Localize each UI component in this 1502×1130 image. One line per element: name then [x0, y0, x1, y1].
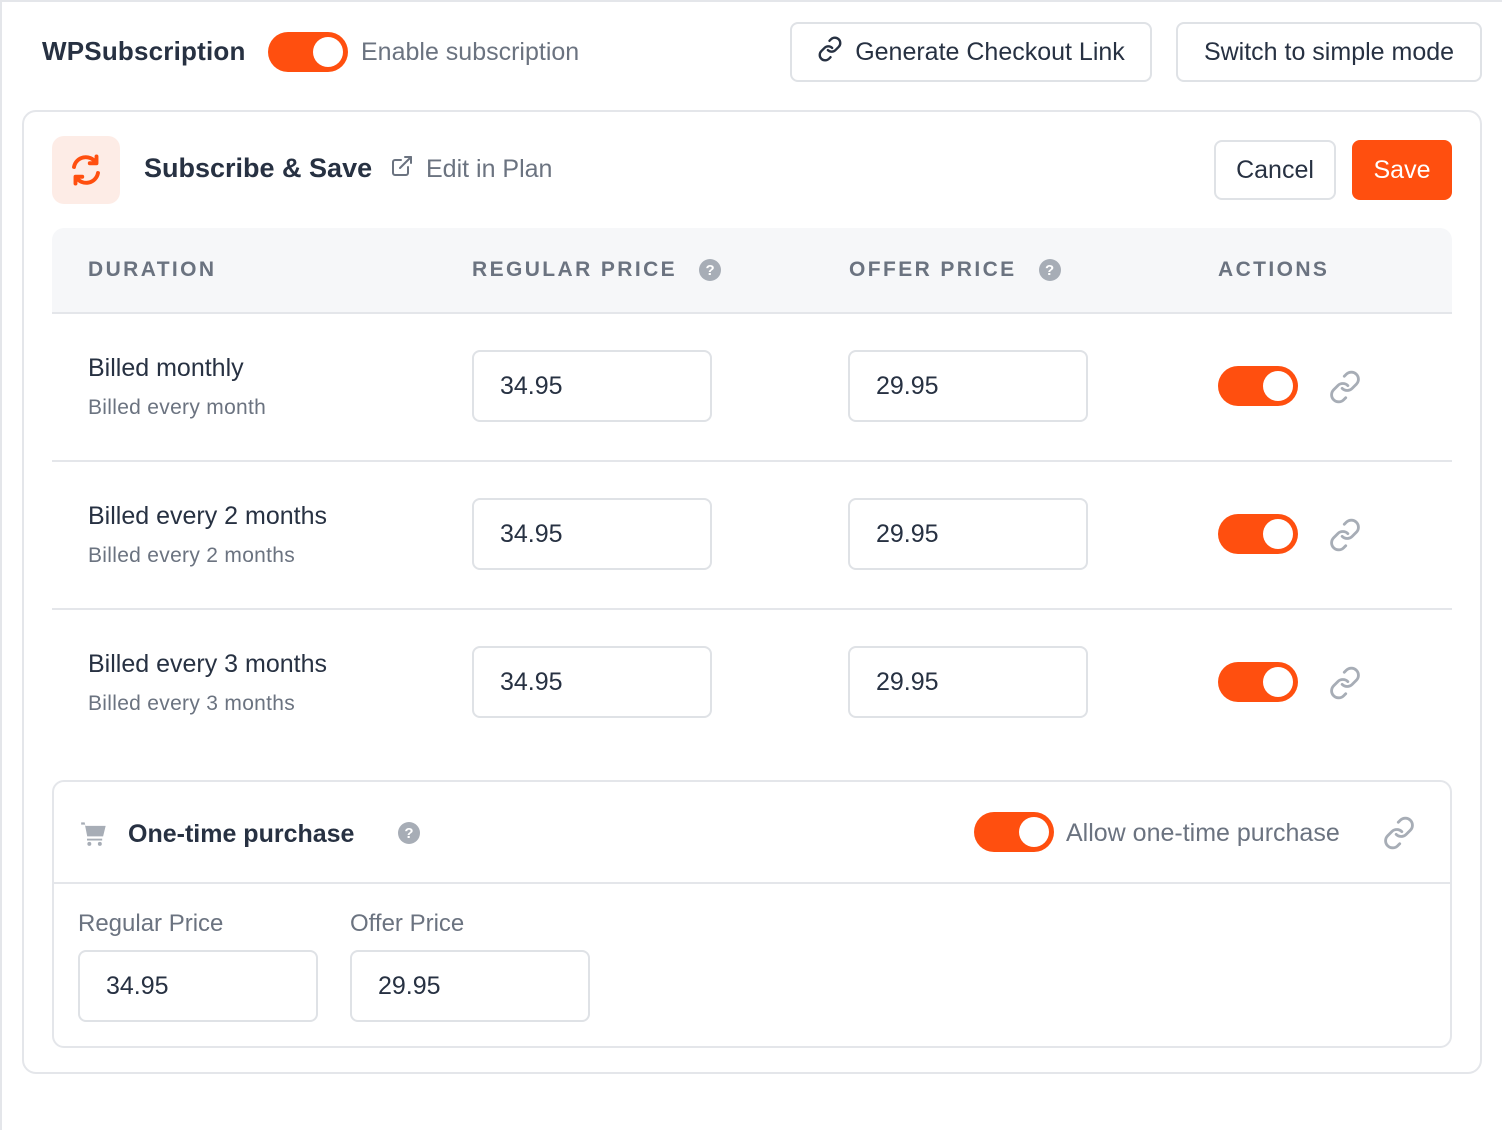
duration-title: Billed monthly	[88, 354, 244, 382]
cancel-button[interactable]: Cancel	[1214, 140, 1336, 200]
offer-price-input[interactable]	[848, 646, 1088, 718]
brand-title: WPSubscription	[42, 36, 246, 66]
plan-title: Subscribe & Save	[144, 153, 373, 183]
save-button[interactable]: Save	[1352, 140, 1452, 200]
edit-in-plan-link[interactable]: Edit in Plan	[390, 154, 552, 185]
column-header-actions: ACTIONS	[1218, 258, 1329, 282]
switch-simple-mode-button[interactable]: Switch to simple mode	[1176, 22, 1482, 82]
link-icon[interactable]	[1328, 518, 1362, 557]
help-icon[interactable]: ?	[1038, 259, 1061, 281]
duration-subtitle: Billed every 3 months	[88, 692, 296, 715]
duration-subtitle: Billed every month	[88, 396, 267, 419]
link-icon	[817, 35, 843, 69]
toggle-knob	[1263, 667, 1293, 697]
link-icon[interactable]	[1328, 666, 1362, 705]
toggle-knob	[1263, 519, 1293, 549]
column-header-duration: DURATION	[88, 258, 216, 282]
regular-price-input[interactable]	[472, 350, 712, 422]
table-row: Billed every 2 months Billed every 2 mon…	[52, 462, 1452, 610]
offer-price-input[interactable]	[848, 350, 1088, 422]
regular-price-input[interactable]	[472, 646, 712, 718]
help-icon[interactable]: ?	[699, 259, 722, 281]
one-time-purchase-section: One-time purchase ? Allow one-time purch…	[52, 780, 1452, 1048]
one-time-regular-price-input[interactable]	[78, 950, 318, 1022]
duration-title: Billed every 3 months	[88, 650, 328, 678]
enable-subscription-label: Enable subscription	[361, 38, 580, 66]
duration-subtitle: Billed every 2 months	[88, 544, 296, 567]
row-enable-toggle[interactable]	[1218, 514, 1298, 554]
one-time-purchase-title: One-time purchase	[128, 820, 355, 848]
one-time-purchase-header: One-time purchase ? Allow one-time purch…	[54, 782, 1450, 884]
one-time-offer-price-input[interactable]	[350, 950, 590, 1022]
column-header-label: ACTIONS	[1218, 258, 1330, 281]
column-header-regular-price: REGULAR PRICE ?	[472, 258, 722, 282]
regular-price-label: Regular Price	[78, 910, 224, 937]
generate-checkout-link-button[interactable]: Generate Checkout Link	[790, 22, 1152, 82]
column-header-offer-price: OFFER PRICE ?	[849, 258, 1061, 282]
column-header-label: REGULAR PRICE	[472, 258, 678, 281]
link-icon[interactable]	[1328, 370, 1362, 409]
allow-one-time-purchase-label: Allow one-time purchase	[1066, 819, 1340, 847]
toggle-knob	[1263, 371, 1293, 401]
regular-price-input[interactable]	[472, 498, 712, 570]
table-row: Billed monthly Billed every month	[52, 314, 1452, 462]
cart-icon	[80, 820, 108, 853]
column-header-label: OFFER PRICE	[849, 258, 1017, 281]
duration-title: Billed every 2 months	[88, 502, 328, 530]
column-header-label: DURATION	[88, 258, 217, 281]
offer-price-input[interactable]	[848, 498, 1088, 570]
help-icon[interactable]: ?	[398, 822, 420, 844]
generate-checkout-link-label: Generate Checkout Link	[855, 37, 1125, 66]
refresh-icon	[52, 136, 120, 204]
edit-in-plan-label: Edit in Plan	[426, 155, 553, 183]
link-icon[interactable]	[1382, 816, 1416, 855]
offer-price-label: Offer Price	[350, 910, 465, 937]
enable-subscription-toggle[interactable]	[268, 32, 348, 72]
allow-one-time-purchase-toggle[interactable]	[974, 812, 1054, 852]
row-enable-toggle[interactable]	[1218, 662, 1298, 702]
toggle-knob	[313, 37, 343, 67]
row-enable-toggle[interactable]	[1218, 366, 1298, 406]
table-row: Billed every 3 months Billed every 3 mon…	[52, 610, 1452, 758]
toggle-knob	[1019, 817, 1049, 847]
external-link-icon	[390, 154, 414, 185]
